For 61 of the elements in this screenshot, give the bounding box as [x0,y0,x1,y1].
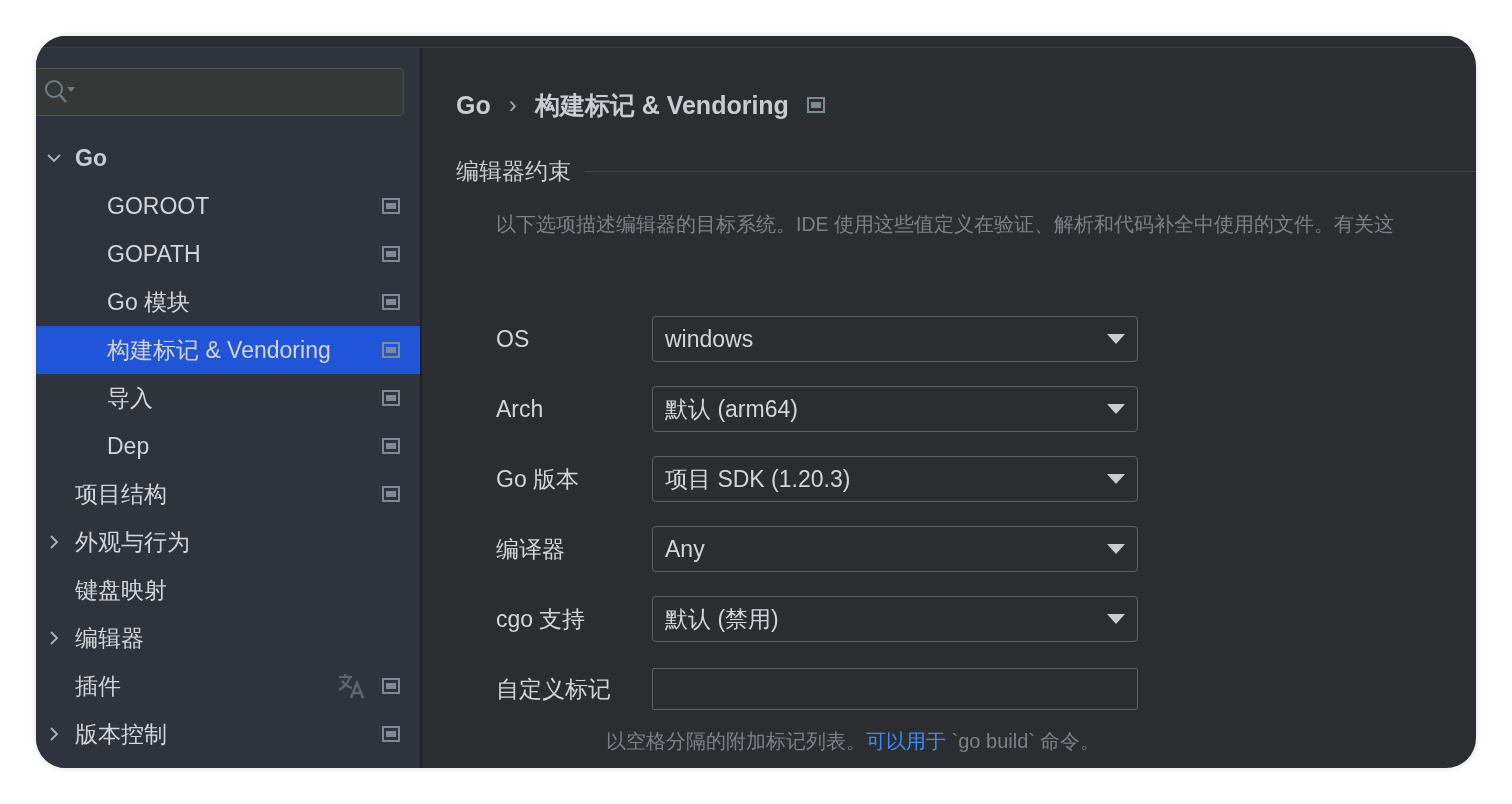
tree-item-label: 编辑器 [75,623,145,653]
field-label: 自定义标记 [496,674,612,704]
tree-item[interactable]: 键盘映射 [36,566,420,614]
tree-item[interactable]: Go 模块 [36,278,420,326]
tree-item[interactable]: 版本控制 [36,710,420,758]
tree-item[interactable]: 编辑器 [36,614,420,662]
tree-item[interactable]: GOPATH [36,230,420,278]
breadcrumb-item[interactable]: Go [456,90,491,120]
tree-item-label: 项目结构 [75,479,168,509]
tree-item-label: 外观与行为 [75,527,191,557]
tree-item[interactable]: Dep [36,422,420,470]
tree-item-label: 插件 [75,671,122,701]
tree-item-label: Go [75,144,108,172]
pin-icon[interactable] [806,97,825,113]
dropdown-arrow-icon [1107,404,1125,414]
tree-item[interactable]: 导入 [36,374,420,422]
input-field[interactable] [652,668,1138,710]
tree-item-label: 版本控制 [75,719,168,749]
search-field[interactable] [36,68,404,116]
tree-item[interactable]: 插件 [36,662,420,710]
tree-item[interactable]: Go [36,134,420,182]
dropdown-arrow-icon [1107,334,1125,344]
tree-item-label: 构建标记 & Vendoring [107,335,332,365]
pin-icon[interactable] [382,486,400,502]
pin-icon[interactable] [382,678,400,694]
tree-item-label: 导入 [107,383,154,413]
pin-icon[interactable] [382,198,400,214]
tree-item[interactable]: 构建标记 & Vendoring [36,326,420,374]
pin-icon[interactable] [382,246,400,262]
dropdown[interactable]: 默认 (arm64) [652,386,1138,432]
section-title: 编辑器约束 [456,157,571,186]
field-label: Arch [496,395,545,423]
link[interactable]: 可以用于 [866,730,946,752]
tree-item-label: Go 模块 [107,287,192,317]
tree-item-label: 键盘映射 [75,575,168,605]
pin-icon[interactable] [382,726,400,742]
breadcrumb-item[interactable]: 构建标记 & Vendoring [534,88,789,122]
dropdown[interactable]: 默认 (禁用) [652,596,1138,642]
tree-item[interactable]: 外观与行为 [36,518,420,566]
tree-item[interactable]: GOROOT [36,182,420,230]
tree-item-label: GOROOT [107,192,211,220]
breadcrumb-separator: › [508,91,517,119]
hint-text: 以空格分隔的附加标记列表。可以用于 `go build` 命令。 [606,729,1102,754]
pin-icon[interactable] [382,390,400,406]
tree-item-label: Dep [107,432,151,460]
dropdown-arrow-icon [1107,614,1125,624]
field-label: 编译器 [496,534,566,564]
dropdown[interactable]: Any [652,526,1138,572]
dropdown[interactable]: 项目 SDK (1.20.3) [652,456,1138,502]
dropdown-arrow-icon [1107,474,1125,484]
pin-icon[interactable] [382,438,400,454]
tree-item-label: GOPATH [107,240,202,268]
field-label: Go 版本 [496,464,581,494]
field-label: cgo 支持 [496,604,587,634]
tree-item[interactable]: 项目结构 [36,470,420,518]
dropdown-arrow-icon [1107,544,1125,554]
section-description: 以下选项描述编辑器的目标系统。IDE 使用这些值定义在验证、解析和代码补全中使用的文件。有关这 [496,212,1395,237]
search-icon [44,79,78,105]
dropdown[interactable]: windows [652,316,1138,362]
pin-icon[interactable] [382,294,400,310]
field-label: OS [496,325,531,353]
